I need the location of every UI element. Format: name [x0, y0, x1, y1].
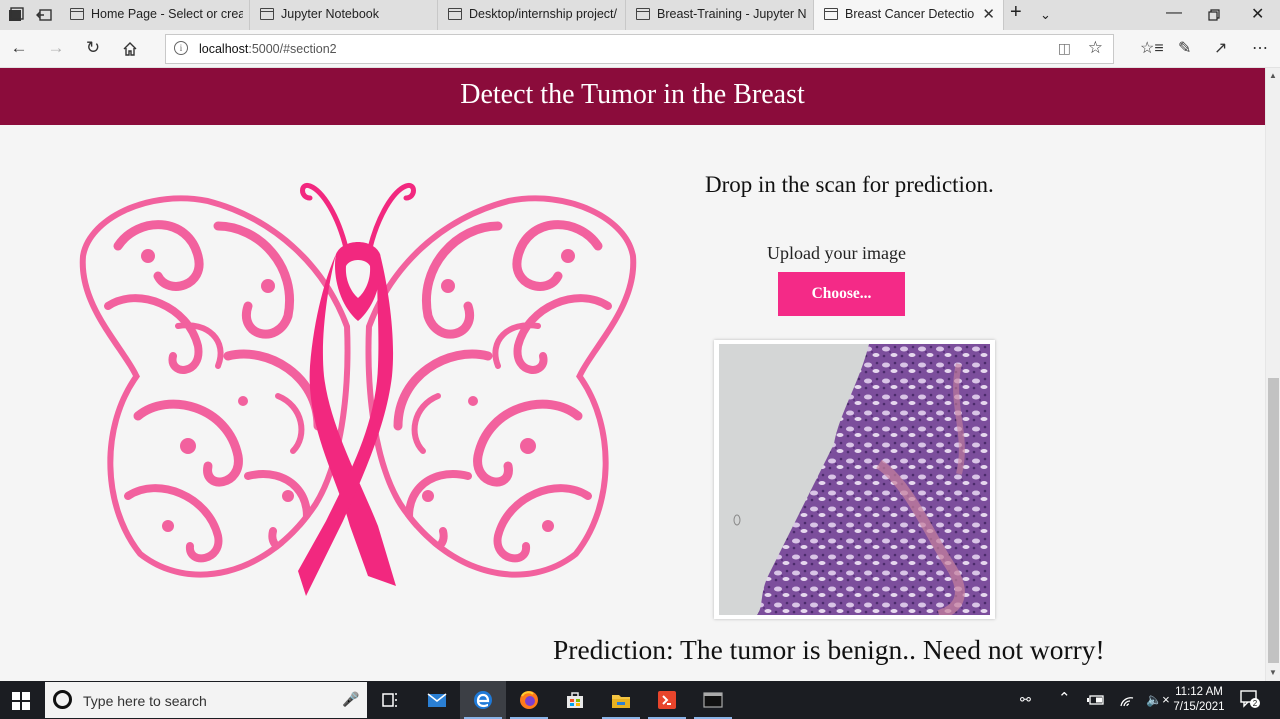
tab-breast-training[interactable]: Breast-Training - Jupyter Nc [626, 0, 814, 30]
uploaded-scan-image [714, 340, 995, 619]
home-icon[interactable] [122, 41, 138, 57]
window-menu-icon[interactable] [8, 7, 24, 23]
close-tab-icon[interactable]: ✕ [982, 5, 995, 23]
app-icon [658, 691, 676, 709]
share-icon[interactable]: ↗ [1214, 38, 1227, 58]
browser-toolbar: ← → ↻ i localhost:5000/#section2 ◫ ☆ ☆≡ … [0, 30, 1280, 68]
address-url: localhost:5000/#section2 [199, 42, 337, 56]
firefox-icon [520, 691, 538, 709]
microphone-icon[interactable]: 🎤 [342, 691, 359, 708]
edge-app[interactable] [460, 681, 506, 719]
show-hidden-icons-icon[interactable]: ⌃ [1058, 689, 1071, 707]
prediction-result: Prediction: The tumor is benign.. Need n… [553, 634, 1105, 665]
back-tabs-icon[interactable] [36, 7, 52, 23]
tab-label: Breast-Training - Jupyter Nc [657, 7, 807, 21]
volume-icon[interactable]: 🔈× [1146, 692, 1170, 708]
refresh-icon[interactable]: ↻ [82, 38, 104, 58]
tab-home-page[interactable]: Home Page - Select or creat [60, 0, 250, 30]
terminal-icon [703, 692, 723, 708]
reading-view-icon[interactable]: ◫ [1058, 40, 1071, 57]
tab-breast-cancer-detection[interactable]: Breast Cancer Detectior ✕ [814, 0, 1004, 30]
firefox-app[interactable] [506, 681, 552, 719]
scroll-down-icon[interactable]: ▼ [1269, 668, 1277, 677]
restore-icon[interactable] [1208, 9, 1220, 21]
clock-date: 7/15/2021 [1173, 701, 1225, 713]
network-icon[interactable] [1119, 694, 1135, 708]
search-placeholder: Type here to search [83, 693, 207, 709]
more-icon[interactable]: ⋯ [1252, 38, 1268, 58]
store-icon [567, 692, 583, 708]
clock-time: 11:12 AM [1175, 686, 1223, 698]
info-icon[interactable]: i [174, 41, 188, 55]
mail-icon [427, 693, 447, 707]
browser-tab-bar: Home Page - Select or creat Jupyter Note… [0, 0, 1280, 30]
file-explorer-app[interactable] [598, 681, 644, 719]
scroll-up-icon[interactable]: ▲ [1269, 71, 1277, 80]
choose-file-button[interactable]: Choose... [778, 272, 905, 316]
scrollbar-thumb[interactable] [1268, 378, 1279, 663]
people-icon[interactable]: ⚯ [1020, 692, 1031, 708]
favorites-bar-icon[interactable]: ☆≡ [1140, 38, 1164, 58]
histology-scan-icon [719, 344, 990, 615]
notification-count: 2 [1253, 699, 1258, 708]
minimize-icon[interactable]: — [1166, 4, 1182, 22]
pen-icon[interactable]: ✎ [1178, 38, 1191, 58]
page-icon [636, 8, 650, 20]
store-app[interactable] [552, 681, 598, 719]
tab-label: Desktop/internship project/ [469, 7, 617, 21]
taskbar-clock[interactable]: 11:12 AM 7/15/2021 [1168, 685, 1230, 715]
page-icon [448, 8, 462, 20]
web-page: Detect the Tumor in the Breast Drop in t… [0, 68, 1265, 681]
notification-icon[interactable]: 2 [1240, 690, 1260, 708]
favorite-star-icon[interactable]: ☆ [1088, 38, 1103, 58]
back-icon[interactable]: ← [8, 38, 30, 58]
tab-label: Home Page - Select or creat [91, 7, 243, 21]
taskbar-search-box[interactable]: Type here to search 🎤 [45, 682, 367, 718]
close-window-icon[interactable]: ✕ [1251, 4, 1264, 24]
windows-start-icon[interactable] [12, 692, 30, 710]
terminal-app[interactable] [690, 681, 736, 719]
tab-label: Jupyter Notebook [281, 7, 379, 21]
mail-app[interactable] [414, 681, 460, 719]
butterfly-ribbon-illustration [79, 182, 637, 596]
tab-desktop-project[interactable]: Desktop/internship project/ [438, 0, 626, 30]
address-bar[interactable]: i localhost:5000/#section2 ◫ ☆ [165, 34, 1114, 64]
battery-icon[interactable] [1087, 694, 1105, 706]
page-scrollbar[interactable]: ▲ ▼ [1265, 68, 1280, 681]
tab-label: Breast Cancer Detectior [845, 7, 975, 21]
page-banner-title: Detect the Tumor in the Breast [0, 68, 1265, 125]
new-tab-icon[interactable]: + [1010, 1, 1022, 24]
page-heading: Drop in the scan for prediction. [705, 172, 994, 197]
upload-label: Upload your image [767, 243, 906, 263]
forward-icon[interactable]: → [45, 38, 67, 58]
task-view-icon [382, 693, 397, 707]
edge-icon [474, 691, 492, 709]
tab-list-icon[interactable]: ⌄ [1040, 7, 1051, 23]
pinned-app[interactable] [644, 681, 690, 719]
page-icon [70, 8, 84, 20]
cortana-icon [53, 690, 72, 709]
file-explorer-icon [612, 695, 630, 708]
tab-jupyter-notebook[interactable]: Jupyter Notebook [250, 0, 438, 30]
page-icon [824, 8, 838, 20]
page-icon [260, 8, 274, 20]
task-view-button[interactable] [367, 681, 413, 719]
windows-taskbar: Type here to search 🎤 ⚯ ⌃ 🔈× 11:12 AM 7/… [0, 681, 1280, 719]
